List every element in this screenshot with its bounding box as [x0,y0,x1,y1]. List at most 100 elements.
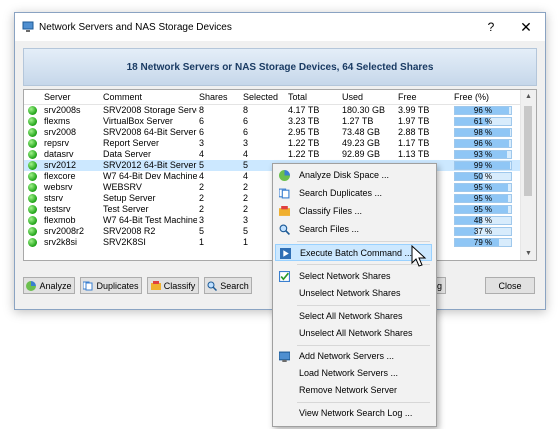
search-button[interactable]: Search [204,277,252,294]
title-bar[interactable]: Network Servers and NAS Storage Devices … [15,13,545,41]
cell-shares: 4 [199,149,205,159]
status-online-icon [28,227,37,236]
table-row[interactable]: repsrv Report Server 3 3 1.22 TB 49.23 GB 1.17… [24,138,520,149]
free-percent-bar: 79 % [454,238,512,247]
menu-item-label: Load Network Servers ... [299,368,399,378]
cell-free: 1.17 TB [398,138,430,148]
menu-item-view-network-search-log[interactable]: View Network Search Log ... [275,405,432,422]
cell-selected: 4 [243,149,249,159]
status-online-icon [28,194,37,203]
free-percent-bar: 93 % [454,150,512,159]
cell-server: stsrv [44,193,63,203]
scroll-down-icon[interactable]: ▼ [521,247,536,260]
menu-item-load-network-servers[interactable]: Load Network Servers ... [275,365,432,382]
cell-server: websrv [44,182,73,192]
search-icon [207,281,218,291]
cell-used: 180.30 GB [342,105,386,115]
status-online-icon [28,216,37,225]
menu-item-label: Search Duplicates ... [299,188,383,198]
cell-comment: Setup Server [103,193,156,203]
menu-item-label: Search Files ... [299,224,360,234]
scroll-up-icon[interactable]: ▲ [521,90,536,103]
close-button-label: Close [498,280,522,291]
status-online-icon [28,183,37,192]
cell-server: srv2012 [44,160,77,170]
cell-server: srv2008 [44,127,77,137]
column-free-pct[interactable]: Free (%) [454,92,489,102]
list-scrollbar[interactable]: ▲ ▼ [520,90,536,260]
cell-used: 73.48 GB [342,127,381,137]
table-row[interactable]: srv2008 SRV2008 64-Bit Server 6 6 2.95 TB 73.… [24,127,520,138]
free-percent-label: 37 % [473,227,493,236]
column-total[interactable]: Total [288,92,307,102]
free-percent-bar: 99 % [454,161,512,170]
cell-free: 3.99 TB [398,105,430,115]
free-percent-bar: 98 % [454,128,512,137]
cell-comment: VirtualBox Server [103,116,173,126]
cell-shares: 3 [199,138,205,148]
column-used[interactable]: Used [342,92,363,102]
free-percent-label: 96 % [473,139,493,148]
free-percent-label: 95 % [473,183,493,192]
analyze-icon [26,280,37,291]
help-button[interactable]: ? [474,13,508,41]
app-icon [22,21,34,32]
menu-item-search-files[interactable]: Search Files ... [275,221,432,238]
table-row[interactable]: flexms VirtualBox Server 6 6 3.23 TB 1.27 TB 1… [24,116,520,127]
cell-shares: 8 [199,105,205,115]
column-shares[interactable]: Shares [199,92,228,102]
free-percent-label: 79 % [473,238,493,247]
menu-item-search-duplicates[interactable]: Search Duplicates ... [275,185,432,202]
cell-total: 2.95 TB [288,127,320,137]
cell-server: srv2008s [44,105,81,115]
column-comment[interactable]: Comment [103,92,142,102]
menu-item-classify-files[interactable]: Classify Files ... [275,203,432,220]
free-percent-bar: 95 % [454,205,512,214]
table-row[interactable]: srv2008s SRV2008 Storage Server 8 8 4.17 TB 1… [24,105,520,116]
cell-used: 1.27 TB [342,116,374,126]
menu-item-add-network-servers[interactable]: Add Network Servers ... [275,348,432,365]
menu-item-analyze-disk-space[interactable]: Analyze Disk Space ... [275,167,432,184]
cell-shares: 2 [199,193,205,203]
cell-shares: 5 [199,226,205,236]
analyze-button-label: Analyze [39,280,72,291]
classify-button[interactable]: Classify [147,277,199,294]
cell-used: 92.89 GB [342,149,381,159]
scrollbar-thumb[interactable] [524,106,532,196]
free-percent-label: 98 % [473,128,493,137]
cell-total: 3.23 TB [288,116,320,126]
free-percent-label: 93 % [473,150,493,159]
table-row[interactable]: datasrv Data Server 4 4 1.22 TB 92.89 GB 1.13 … [24,149,520,160]
menu-item-unselect-network-shares[interactable]: Unselect Network Shares [275,285,432,302]
cell-total: 4.17 TB [288,105,320,115]
cell-shares: 2 [199,204,205,214]
window-title: Network Servers and NAS Storage Devices [39,22,232,33]
free-percent-bar: 96 % [454,106,512,115]
free-percent-bar: 61 % [454,117,512,126]
classify-icon [279,206,290,216]
cell-server: flexms [44,116,71,126]
search-button-label: Search [220,280,249,291]
menu-item-execute-batch-command[interactable]: Execute Batch Command ... [275,244,432,261]
menu-item-label: Add Network Servers ... [299,351,395,361]
column-selected[interactable]: Selected [243,92,278,102]
menu-item-select-network-shares[interactable]: Select Network Shares [275,268,432,285]
menu-item-label: Select All Network Shares [299,311,403,321]
duplicates-button[interactable]: Duplicates [80,277,142,294]
free-percent-label: 50 % [473,172,493,181]
column-free[interactable]: Free [398,92,417,102]
free-percent-label: 95 % [473,194,493,203]
menu-item-unselect-all-network-shares[interactable]: Unselect All Network Shares [275,325,432,342]
menu-item-select-all-network-shares[interactable]: Select All Network Shares [275,308,432,325]
column-server[interactable]: Server [44,92,71,102]
cell-free: 1.13 TB [398,149,430,159]
cell-comment: SRV2K8SI [103,237,146,247]
menu-separator [297,305,430,306]
menu-item-label: View Network Search Log ... [299,408,413,418]
menu-item-remove-network-server[interactable]: Remove Network Server [275,382,432,399]
analyze-icon [279,170,290,181]
close-button[interactable]: Close [485,277,535,294]
window-close-button[interactable]: ✕ [509,13,543,41]
analyze-button[interactable]: Analyze [23,277,75,294]
summary-banner: 18 Network Servers or NAS Storage Device… [23,48,537,86]
